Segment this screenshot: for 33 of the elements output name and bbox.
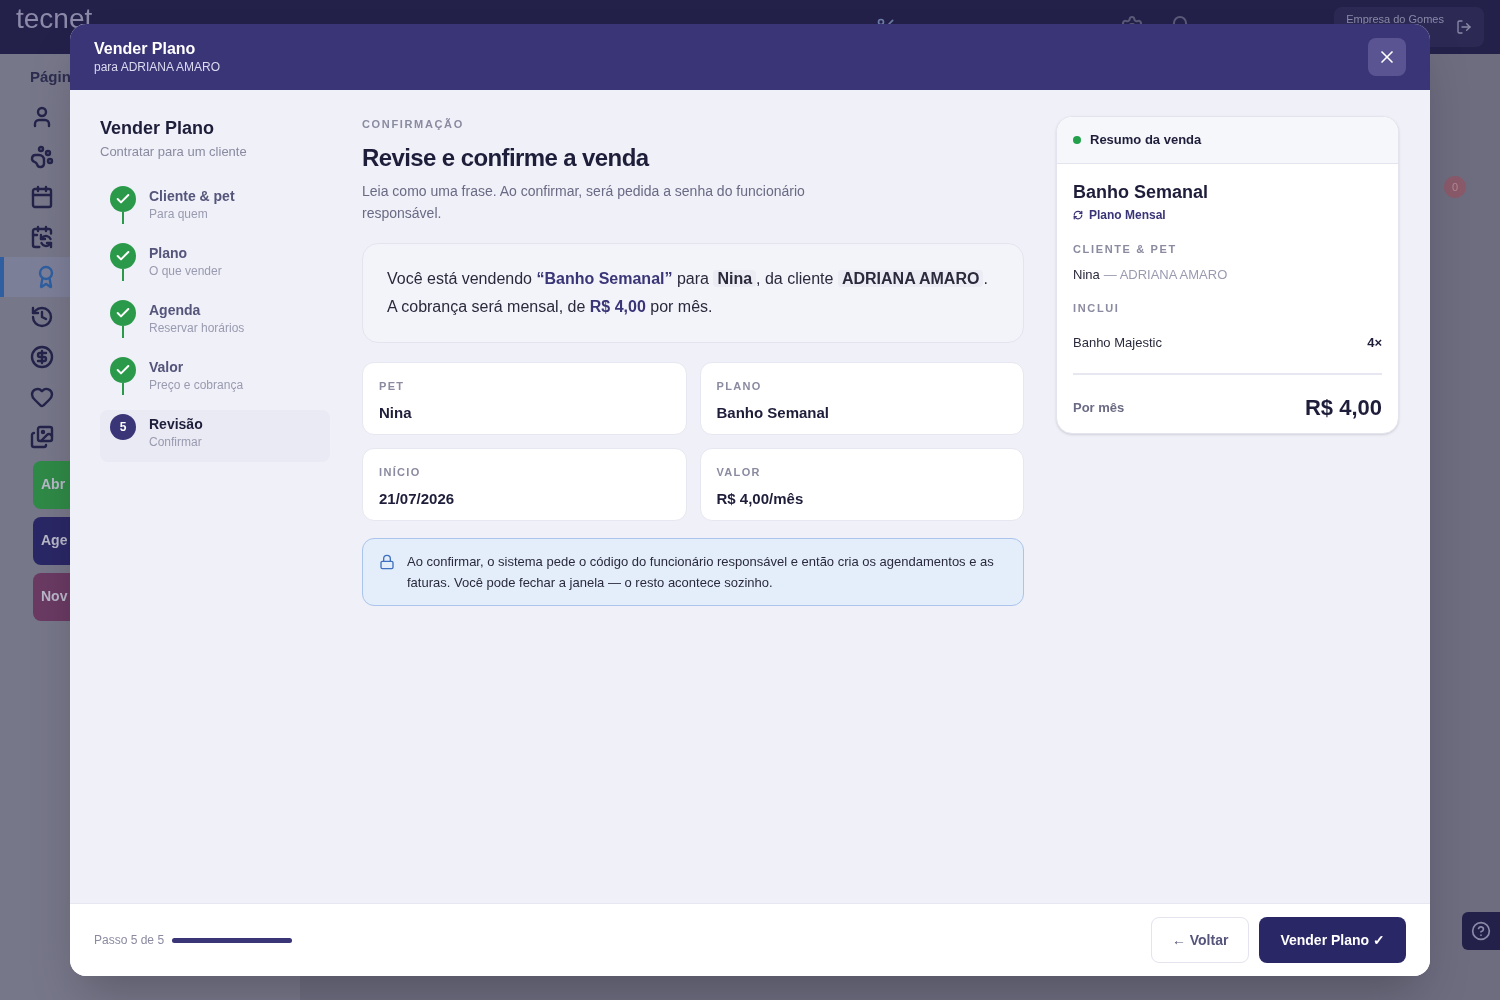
- step-counter: Passo 5 de 5: [94, 932, 165, 949]
- dialog-subtitle: para ADRIANA AMARO: [94, 59, 221, 75]
- section-eyebrow: CONFIRMAÇÃO: [362, 117, 465, 132]
- wizard-subtitle: Contratar para um cliente: [100, 143, 248, 161]
- plan-name: Banho Semanal: [1073, 181, 1210, 204]
- total-label: Por mês: [1073, 398, 1125, 417]
- dialog-title: Vender Plano: [94, 39, 197, 59]
- detail-value: Banho Semanal: [716, 403, 831, 423]
- service-name: Banho Majestic: [1073, 333, 1162, 352]
- company-name: Empresa do Gomes: [1346, 11, 1444, 27]
- service-quantity: 4×: [1367, 333, 1382, 352]
- detail-label: INÍCIO: [379, 465, 422, 480]
- notice-text: Ao confirmar, o sistema pede o código do funcionário responsável e então cria os agendamentos e as faturas. Você pode fechar a janela — o resto acontece sozinho.: [407, 553, 995, 592]
- detail-label: PET: [379, 379, 406, 394]
- includes-label: INCLUI: [1073, 301, 1121, 316]
- detail-value: R$ 4,00/mês: [716, 489, 805, 509]
- client-name: — ADRIANA AMARO: [1103, 265, 1228, 284]
- wizard-title: Vender Plano: [100, 117, 216, 140]
- pet-name: Nina: [1073, 265, 1100, 284]
- detail-value: Nina: [379, 403, 413, 423]
- summary-title: Resumo da venda: [1090, 131, 1202, 150]
- detail-label: PLANO: [716, 379, 763, 394]
- plan-type: Plano Mensal: [1089, 207, 1166, 224]
- client-label: CLIENTE & PET: [1073, 242, 1178, 257]
- section-intro: Leia como uma frase. Ao confirmar, será pedida a senha do funcionário responsável.: [362, 182, 806, 223]
- step-number: 5: [110, 413, 136, 440]
- detail-label: VALOR: [716, 465, 762, 480]
- logo: tecnet: [16, 5, 93, 33]
- sidebar-heading: Págin: [30, 67, 71, 87]
- section-heading: Revise e confirme a venda: [362, 143, 651, 173]
- detail-value: 21/07/2026: [379, 489, 456, 509]
- sale-sentence: Você está vendendo “Banho Semanal” para Nina , da cliente ADRIANA AMARO . A cobrança será mensal, de R$ 4,00 por mês.: [387, 269, 989, 317]
- total-price: R$ 4,00: [1304, 394, 1382, 422]
